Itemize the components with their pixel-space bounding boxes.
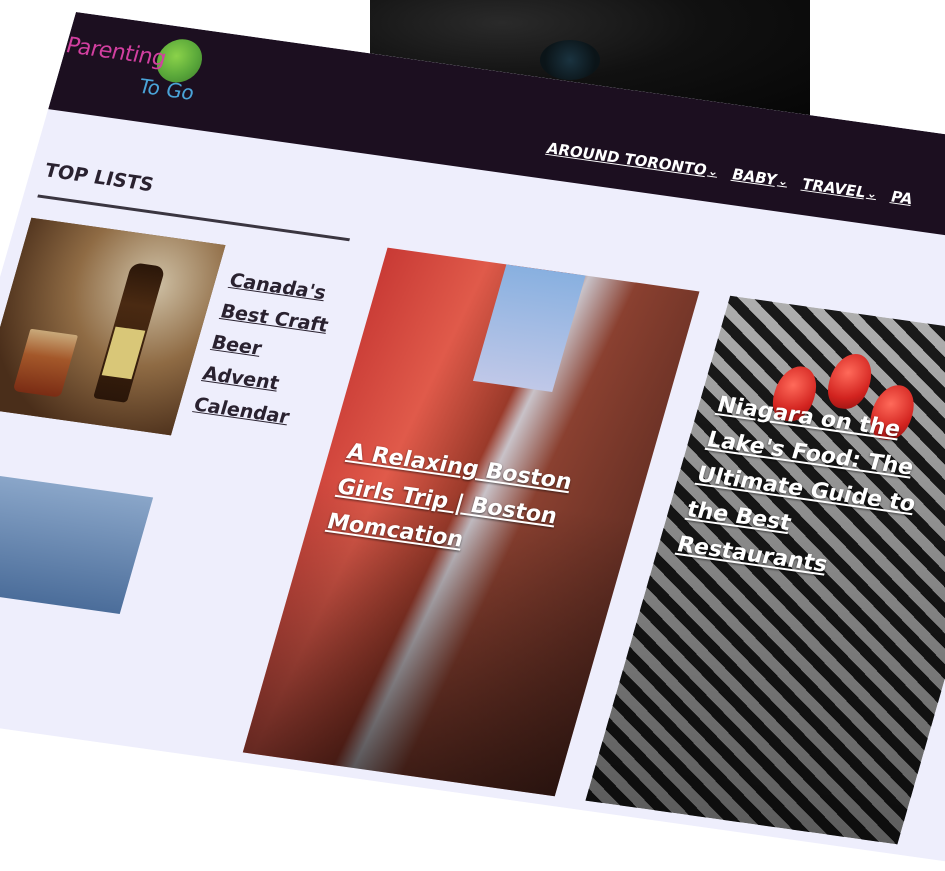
site-logo[interactable]: Parenting To Go <box>52 29 230 119</box>
bottle-label-image <box>101 326 146 380</box>
nav-item-pa[interactable]: PA <box>889 188 915 208</box>
nav-item-around-toronto[interactable]: AROUND TORONTO ⌄ <box>544 139 721 181</box>
nav-label: PA <box>888 187 915 208</box>
card-title-link[interactable]: A Relaxing Boston Girls Trip | Boston Mo… <box>322 435 619 577</box>
nav-label: BABY <box>729 165 779 189</box>
logo-text-parenting: Parenting <box>62 33 169 72</box>
page: Parenting To Go AROUND TORONTO ⌄ BABY ⌄ … <box>0 12 945 871</box>
nav-item-travel[interactable]: TRAVEL ⌄ <box>800 175 880 203</box>
beer-glass-image <box>12 328 79 398</box>
chevron-down-icon: ⌄ <box>776 173 791 189</box>
list-item-thumbnail[interactable] <box>0 470 154 614</box>
chevron-down-icon: ⌄ <box>706 163 721 179</box>
nav-label: TRAVEL <box>799 175 868 202</box>
nav-item-baby[interactable]: BABY ⌄ <box>730 165 791 190</box>
nav-label: AROUND TORONTO <box>544 139 710 180</box>
street-photo-sky <box>472 264 586 392</box>
main-nav: AROUND TORONTO ⌄ BABY ⌄ TRAVEL ⌄ PA <box>544 139 914 208</box>
list-item-title-link[interactable]: Canada's Best Craft Beer Advent Calendar <box>190 264 343 435</box>
sidebar-title: TOP LISTS <box>41 159 157 197</box>
beer-thumbnail[interactable] <box>0 217 226 436</box>
card-title-link[interactable]: Niagara on the Lake's Food: The Ultimate… <box>672 388 945 599</box>
chevron-down-icon: ⌄ <box>865 186 880 202</box>
